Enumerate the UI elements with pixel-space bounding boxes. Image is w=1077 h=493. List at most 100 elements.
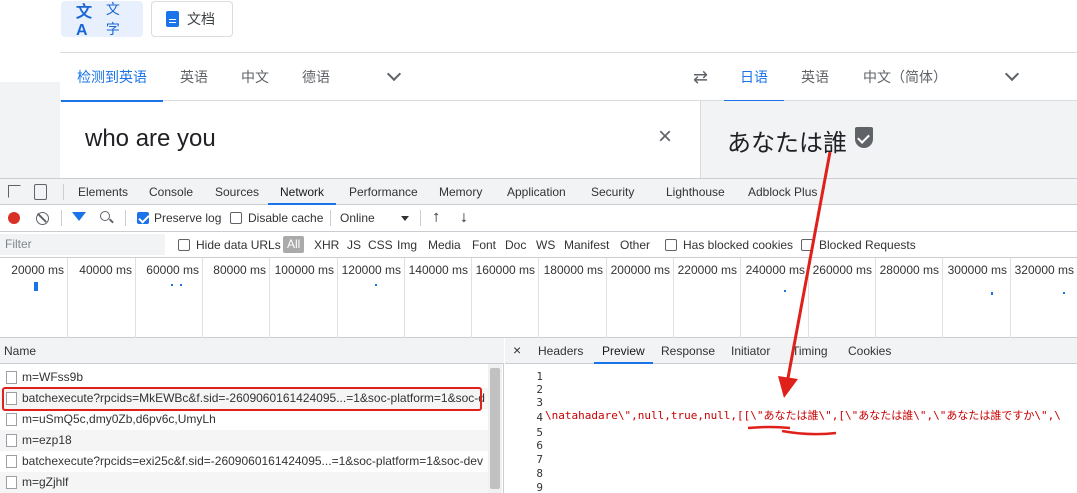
- clear-icon[interactable]: [36, 212, 49, 225]
- upload-icon[interactable]: ⭡: [433, 210, 439, 226]
- chevron-down-icon[interactable]: [386, 66, 402, 82]
- tab-cookies[interactable]: Cookies: [848, 344, 891, 358]
- timeline-tick-label: 100000 ms: [274, 263, 334, 277]
- scrollbar-thumb[interactable]: [490, 368, 500, 489]
- source-lang-chinese[interactable]: 中文: [241, 53, 269, 101]
- detail-tab-bar: × Headers Preview Response Initiator Tim…: [505, 338, 1077, 364]
- filter-xhr[interactable]: XHR: [314, 238, 339, 252]
- source-lang-english[interactable]: 英语: [180, 53, 208, 101]
- target-lang-japanese[interactable]: 日语: [724, 53, 784, 102]
- request-name: m=WFss9b: [22, 370, 84, 384]
- timeline-gridline: [404, 258, 405, 338]
- verified-shield-icon[interactable]: [855, 127, 873, 148]
- has-blocked-cookies-checkbox[interactable]: [665, 239, 677, 251]
- tab-preview[interactable]: Preview: [594, 344, 653, 364]
- request-row[interactable]: m=gZjhlf: [0, 472, 488, 493]
- tab-performance[interactable]: Performance: [349, 185, 418, 199]
- text-mode-button[interactable]: 文A 文字: [61, 1, 143, 39]
- request-row[interactable]: batchexecute?rpcids=exi25c&f.sid=-260906…: [0, 451, 488, 472]
- line-number: 1: [536, 370, 543, 383]
- source-textarea[interactable]: who are you: [85, 125, 216, 153]
- timeline-tick-label: 260000 ms: [812, 263, 872, 277]
- blocked-requests-checkbox[interactable]: [801, 239, 813, 251]
- timeline-tick-label: 140000 ms: [408, 263, 468, 277]
- request-row[interactable]: m=uSmQ5c,dmy0Zb,d6pv6c,UmyLh: [0, 409, 488, 430]
- request-row[interactable]: m=ezp18: [0, 430, 488, 451]
- source-lang-detected[interactable]: 检测到英语: [61, 53, 163, 102]
- divider: [330, 210, 331, 226]
- close-icon[interactable]: ×: [658, 123, 672, 151]
- chevron-down-icon[interactable]: [401, 216, 409, 221]
- timeline-request-mark: [180, 284, 182, 286]
- filter-media[interactable]: Media: [428, 238, 461, 252]
- request-row[interactable]: m=WFss9b: [0, 367, 488, 388]
- source-lang-german[interactable]: 德语: [302, 53, 330, 101]
- devtools: Elements Console Sources Network Perform…: [0, 178, 1077, 493]
- highlight-box: [2, 387, 482, 411]
- filter-input[interactable]: Filter: [0, 234, 165, 255]
- disable-cache-checkbox[interactable]: [230, 212, 242, 224]
- file-icon: [6, 476, 17, 489]
- text-mode-label: 文字: [105, 1, 120, 37]
- timeline-gridline: [606, 258, 607, 338]
- tab-application[interactable]: Application: [507, 185, 566, 199]
- file-icon: [6, 455, 17, 468]
- scrollbar[interactable]: [488, 364, 502, 493]
- timeline-request-mark: [375, 284, 377, 286]
- response-code-line: \natahadare\",null,true,null,[[\"あなたは誰\"…: [545, 409, 1061, 422]
- tab-lighthouse[interactable]: Lighthouse: [666, 185, 725, 199]
- name-column-header[interactable]: Name: [0, 338, 504, 364]
- tab-security[interactable]: Security: [591, 185, 634, 199]
- filter-all-button[interactable]: All: [283, 236, 305, 253]
- hide-data-urls-label: Hide data URLs: [196, 238, 281, 252]
- preserve-log-checkbox[interactable]: [137, 212, 149, 224]
- timeline-tick-label: 200000 ms: [610, 263, 670, 277]
- filter-other[interactable]: Other: [620, 238, 650, 252]
- close-icon[interactable]: ×: [513, 342, 521, 358]
- tab-timing[interactable]: Timing: [792, 344, 828, 358]
- timeline-request-mark: [1063, 292, 1065, 294]
- hide-data-urls-checkbox[interactable]: [178, 239, 190, 251]
- throttling-select[interactable]: Online: [340, 211, 375, 225]
- tab-initiator[interactable]: Initiator: [731, 344, 770, 358]
- tab-network[interactable]: Network: [267, 185, 337, 205]
- filter-font[interactable]: Font: [472, 238, 496, 252]
- timeline-tick-label: 20000 ms: [11, 263, 64, 277]
- filter-manifest[interactable]: Manifest: [564, 238, 609, 252]
- filter-css[interactable]: CSS: [368, 238, 393, 252]
- docs-mode-button[interactable]: 文档: [151, 1, 233, 37]
- filter-doc[interactable]: Doc: [505, 238, 526, 252]
- target-lang-chinese-simplified[interactable]: 中文（简体）: [863, 53, 947, 101]
- tab-elements[interactable]: Elements: [78, 185, 128, 199]
- tab-headers[interactable]: Headers: [538, 344, 583, 358]
- document-icon: [166, 11, 179, 27]
- timeline-request-mark: [784, 290, 786, 292]
- swap-languages-icon[interactable]: ⇄: [693, 67, 708, 88]
- tab-adblock-plus[interactable]: Adblock Plus: [748, 185, 817, 199]
- tab-console[interactable]: Console: [149, 185, 193, 199]
- tab-response[interactable]: Response: [661, 344, 715, 358]
- filter-icon[interactable]: [72, 212, 86, 221]
- filter-ws[interactable]: WS: [536, 238, 555, 252]
- tab-sources[interactable]: Sources: [215, 185, 259, 199]
- inspect-element-icon[interactable]: [8, 185, 21, 198]
- request-detail-panel: × Headers Preview Response Initiator Tim…: [505, 338, 1077, 493]
- chevron-down-icon[interactable]: [1004, 66, 1020, 82]
- request-name: m=uSmQ5c,dmy0Zb,d6pv6c,UmyLh: [22, 412, 216, 426]
- tab-memory[interactable]: Memory: [439, 185, 482, 199]
- docs-mode-label: 文档: [187, 11, 215, 27]
- download-icon[interactable]: ⭣: [461, 210, 467, 226]
- target-lang-english[interactable]: 英语: [801, 53, 829, 101]
- filter-img[interactable]: Img: [397, 238, 417, 252]
- filter-bar: Filter Hide data URLs All XHR JS CSS Img…: [0, 232, 1077, 258]
- disable-cache-label: Disable cache: [248, 211, 324, 225]
- timeline-gridline: [942, 258, 943, 338]
- search-icon[interactable]: [100, 211, 110, 221]
- timeline-tick-label: 120000 ms: [341, 263, 401, 277]
- device-toolbar-icon[interactable]: [34, 184, 47, 200]
- record-icon[interactable]: [8, 212, 20, 224]
- file-icon: [6, 413, 17, 426]
- filter-js[interactable]: JS: [347, 238, 361, 252]
- network-overview-timeline[interactable]: 20000 ms 40000 ms 60000 ms 80000 ms 100000 m…: [0, 258, 1077, 338]
- divider: [125, 210, 126, 226]
